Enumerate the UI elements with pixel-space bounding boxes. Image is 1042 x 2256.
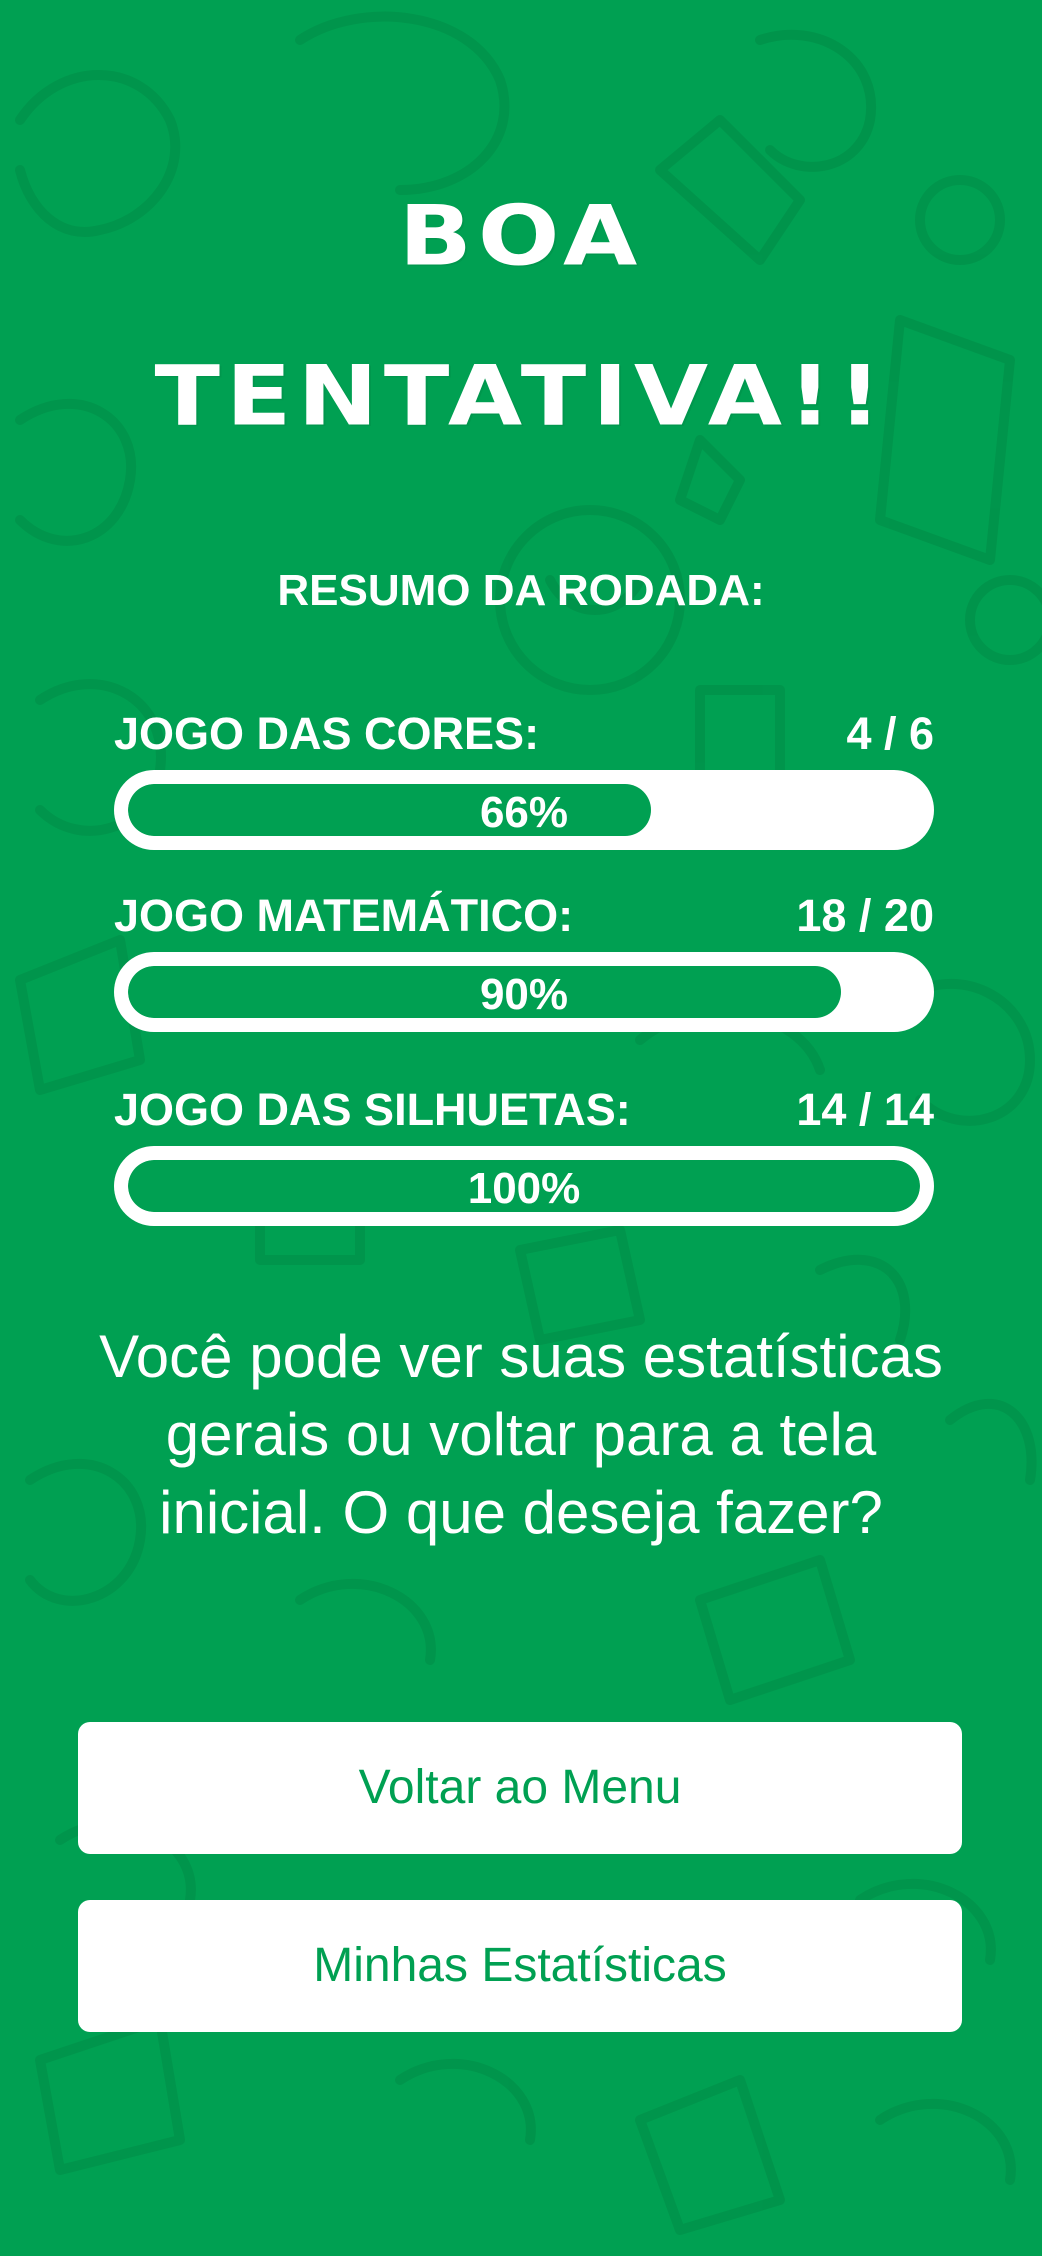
game-score: 18 / 20 [796, 890, 934, 941]
game-label: JOGO DAS CORES: [114, 708, 540, 759]
progress-bar: 66% [114, 770, 934, 850]
game-summary-row: JOGO DAS CORES: 4 / 6 66% [114, 708, 934, 850]
round-summary-heading: RESUMO DA RODADA: [277, 566, 765, 615]
game-summary-row: JOGO DAS SILHUETAS: 14 / 14 100% [114, 1084, 934, 1226]
game-score: 4 / 6 [846, 708, 934, 759]
my-statistics-button[interactable]: Minhas Estatísticas [78, 1900, 962, 2032]
progress-percent: 66% [479, 788, 569, 837]
instruction-message: Você pode ver suas estatísticas gerais o… [99, 1323, 943, 1546]
progress-bar: 100% [114, 1146, 934, 1226]
game-summary-row: JOGO MATEMÁTICO: 18 / 20 90% [114, 890, 934, 1032]
result-screen: BOA TENTATIVA!! RESUMO DA RODADA: JOGO D… [0, 0, 1042, 2256]
game-label: JOGO MATEMÁTICO: [114, 890, 574, 941]
progress-percent: 100% [467, 1164, 581, 1213]
progress-percent: 90% [479, 970, 569, 1019]
title-line-1: BOA [398, 187, 644, 285]
title-line-2: TENTATIVA!! [154, 347, 888, 445]
game-score: 14 / 14 [796, 1084, 934, 1135]
progress-bar: 90% [114, 952, 934, 1032]
game-label: JOGO DAS SILHUETAS: [114, 1084, 631, 1135]
back-to-menu-button[interactable]: Voltar ao Menu [78, 1722, 962, 1854]
